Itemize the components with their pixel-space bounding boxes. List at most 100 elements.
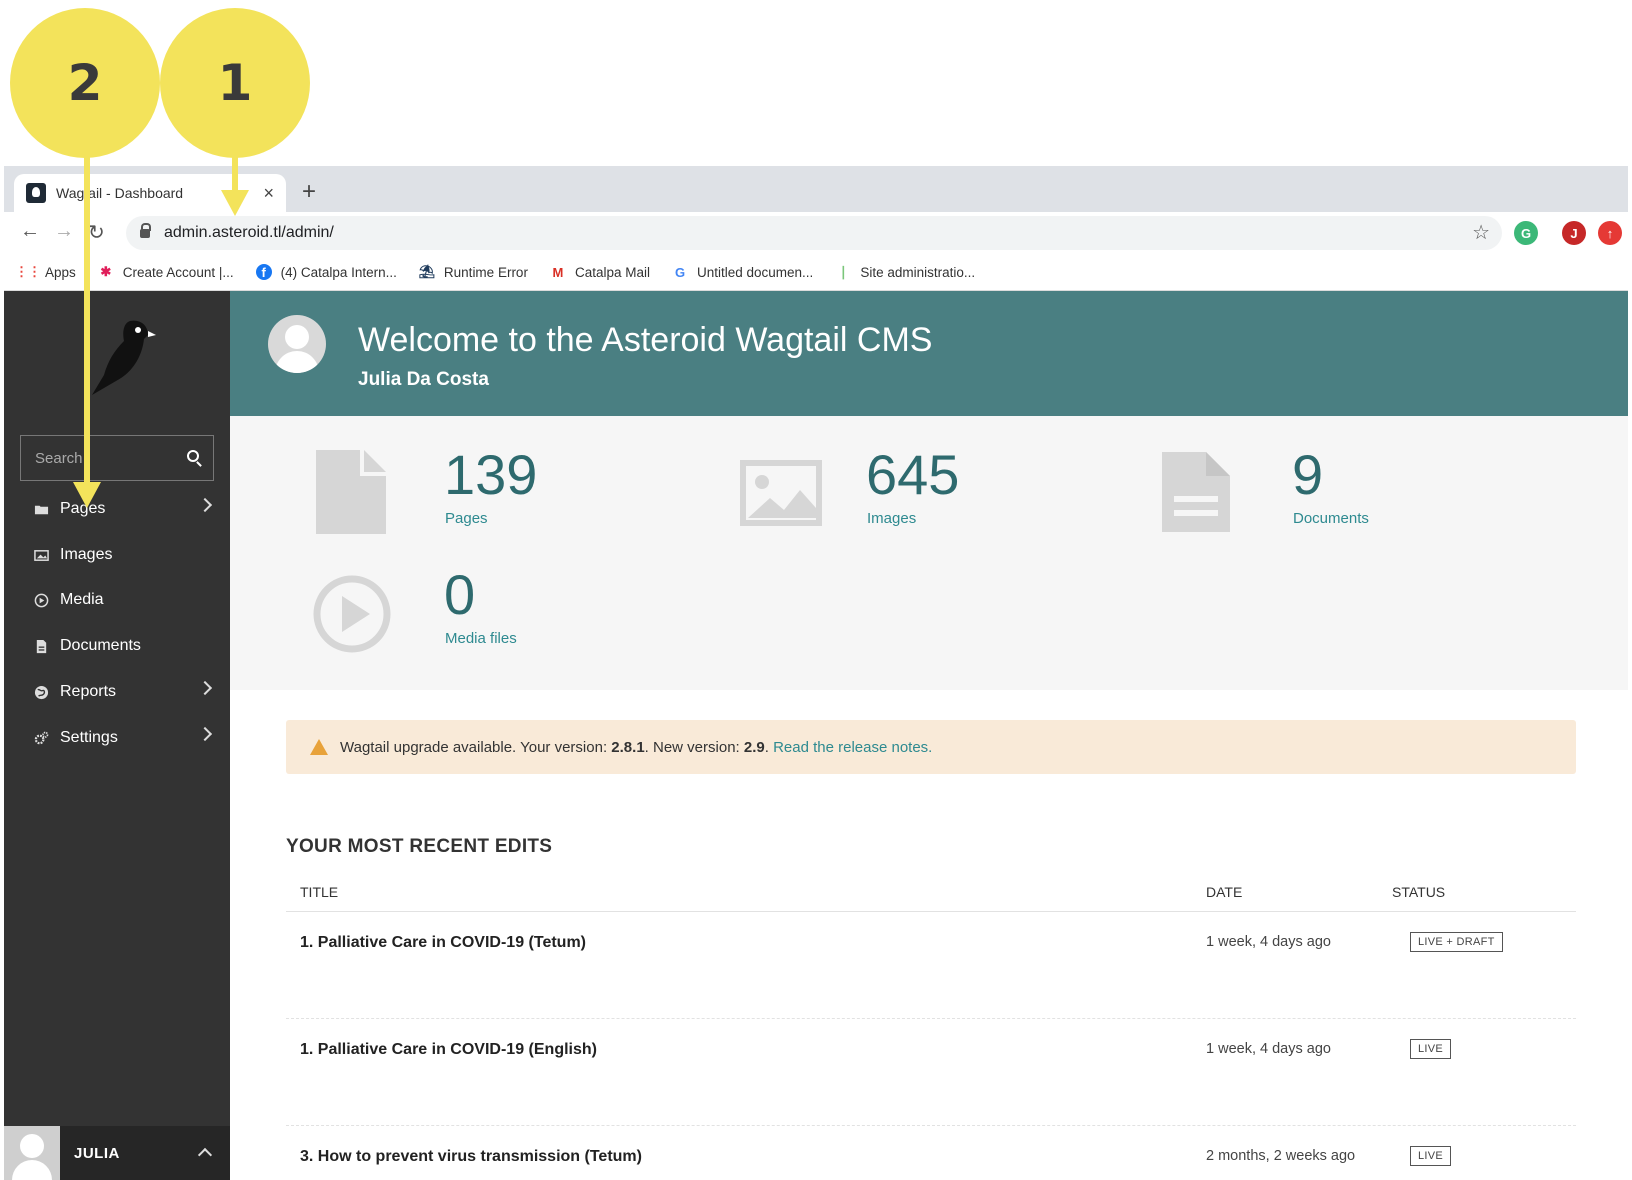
stat-label: Media files	[445, 630, 517, 647]
browser-toolbar: ← → ↻ admin.asteroid.tl/admin/ ☆ G J ↑	[4, 212, 1628, 254]
page-title: Welcome to the Asteroid Wagtail CMS	[358, 321, 933, 359]
sidebar: Search Pages Images Media Documents Repo…	[4, 291, 230, 1180]
address-bar[interactable]: admin.asteroid.tl/admin/ ☆	[126, 216, 1502, 250]
table-row[interactable]: 1. Palliative Care in COVID-19 (Tetum) 1…	[286, 912, 1576, 1019]
avatar	[4, 1126, 60, 1180]
tab-title: Wagtail - Dashboard	[56, 185, 184, 201]
page-title-link[interactable]: 1. Palliative Care in COVID-19 (English)	[300, 1041, 597, 1059]
chevron-right-icon	[197, 497, 213, 513]
reload-icon[interactable]: ↻	[88, 220, 105, 245]
island-icon: ⛱	[418, 264, 436, 279]
bookmark-catalpa-mail[interactable]: M Catalpa Mail	[550, 264, 650, 280]
bookmark-catalpa-intern[interactable]: f (4) Catalpa Intern...	[255, 264, 397, 280]
bookmark-site-administration[interactable]: ❘ Site administratio...	[835, 264, 975, 280]
bookmark-create-account[interactable]: ✱ Create Account |...	[98, 264, 233, 280]
sidebar-item-documents[interactable]: Documents	[4, 624, 230, 668]
column-title: TITLE	[300, 884, 339, 900]
callout-bubble-1: 1	[160, 8, 310, 158]
lock-icon	[140, 222, 151, 238]
chevron-right-icon	[197, 726, 213, 742]
column-status: STATUS	[1392, 884, 1446, 900]
wagtail-logo-icon[interactable]	[86, 317, 156, 397]
callout-2-arrow-head	[73, 482, 101, 508]
callout-2-arrow-line	[84, 150, 90, 484]
stat-label: Images	[867, 510, 917, 527]
stat-label: Documents	[1293, 510, 1369, 527]
site-summary: 139 Pages 645 Images 9 Documents 0 Media	[230, 416, 1628, 690]
stat-value: 645	[866, 443, 960, 506]
facebook-icon: f	[255, 264, 272, 280]
callout-bubble-2: 2	[10, 8, 160, 158]
new-version: 2.9	[743, 738, 765, 756]
column-date: DATE	[1206, 884, 1243, 900]
apps-grid-icon: ⋮⋮	[15, 264, 41, 279]
chevron-right-icon	[197, 680, 213, 696]
back-arrow-icon[interactable]: ←	[20, 220, 40, 243]
dashboard-header: Welcome to the Asteroid Wagtail CMS Juli…	[230, 291, 1628, 416]
sidebar-user-menu[interactable]: JULIA	[4, 1126, 230, 1180]
new-tab-icon[interactable]: +	[302, 178, 316, 206]
table-row[interactable]: 3. How to prevent virus transmission (Te…	[286, 1126, 1576, 1180]
edit-date: 2 months, 2 weeks ago	[1206, 1148, 1356, 1164]
globe-icon	[34, 685, 49, 699]
forward-arrow-icon[interactable]: →	[54, 220, 74, 243]
release-notes-link[interactable]: Read the release notes.	[773, 739, 932, 756]
play-icon	[313, 575, 391, 653]
bookmarks-bar: ⋮⋮ Apps ✱ Create Account |... f (4) Cata…	[4, 254, 1628, 291]
chevron-up-icon	[197, 1147, 213, 1163]
bookmark-star-icon[interactable]: ☆	[1472, 220, 1490, 245]
stat-value: 9	[1292, 443, 1324, 506]
grammarly-extension-icon[interactable]: G	[1514, 221, 1538, 245]
page-title-link[interactable]: 1. Palliative Care in COVID-19 (Tetum)	[300, 934, 586, 952]
table-row[interactable]: 1. Palliative Care in COVID-19 (English)…	[286, 1019, 1576, 1126]
stat-value: 139	[444, 443, 538, 506]
bookmark-runtime-error[interactable]: ⛱ Runtime Error	[419, 264, 528, 280]
stat-value: 0	[444, 563, 476, 626]
wagtail-favicon-icon	[26, 183, 46, 203]
callout-1-arrow-head	[221, 190, 249, 216]
sidebar-item-settings[interactable]: Settings	[4, 716, 230, 760]
callout-1-arrow-line	[232, 150, 238, 192]
page-icon	[316, 450, 386, 534]
browser-chrome: Wagtail - Dashboard × + ← → ↻ admin.aste…	[4, 166, 1628, 291]
url-text: admin.asteroid.tl/admin/	[164, 224, 334, 241]
sidebar-item-pages[interactable]: Pages	[4, 487, 230, 531]
sidebar-search-input[interactable]: Search	[20, 435, 214, 481]
document-icon	[1162, 452, 1230, 532]
document-icon	[36, 639, 47, 653]
search-icon[interactable]	[187, 450, 199, 462]
image-icon	[740, 460, 822, 526]
sidebar-item-reports[interactable]: Reports	[4, 670, 230, 714]
sidebar-user-name: JULIA	[74, 1144, 120, 1162]
edit-date: 1 week, 4 days ago	[1206, 1041, 1331, 1057]
profile-avatar[interactable]: J	[1562, 221, 1586, 245]
slack-icon: ✱	[100, 264, 112, 279]
play-icon	[34, 593, 49, 607]
header-user-name: Julia Da Costa	[358, 369, 489, 390]
close-tab-icon[interactable]: ×	[263, 183, 274, 204]
search-placeholder: Search	[35, 449, 83, 467]
bookmark-apps[interactable]: ⋮⋮ Apps	[15, 264, 76, 280]
google-icon: G	[674, 264, 686, 280]
upgrade-alert: Wagtail upgrade available. Your version:…	[286, 720, 1576, 774]
status-badge: LIVE + DRAFT	[1410, 932, 1503, 952]
status-badge: LIVE	[1410, 1146, 1452, 1166]
current-version: 2.8.1	[611, 738, 645, 756]
update-extension-icon[interactable]: ↑	[1598, 221, 1622, 245]
stat-label: Pages	[445, 510, 488, 527]
recent-edits-title: YOUR MOST RECENT EDITS	[286, 836, 553, 857]
sidebar-item-images[interactable]: Images	[4, 533, 230, 577]
cogs-icon	[34, 731, 49, 744]
folder-icon	[34, 505, 49, 514]
sidebar-item-media[interactable]: Media	[4, 578, 230, 622]
main-content: Wagtail upgrade available. Your version:…	[230, 690, 1628, 1180]
page-title-link[interactable]: 3. How to prevent virus transmission (Te…	[300, 1148, 642, 1166]
avatar	[268, 315, 326, 373]
image-icon	[34, 549, 49, 561]
status-badge: LIVE	[1410, 1039, 1452, 1059]
warning-icon	[310, 739, 328, 755]
recent-edits-table-header: TITLE DATE STATUS	[286, 876, 1576, 912]
django-icon: ❘	[837, 264, 849, 279]
gmail-icon: M	[552, 264, 564, 280]
bookmark-untitled-document[interactable]: G Untitled documen...	[672, 264, 813, 280]
